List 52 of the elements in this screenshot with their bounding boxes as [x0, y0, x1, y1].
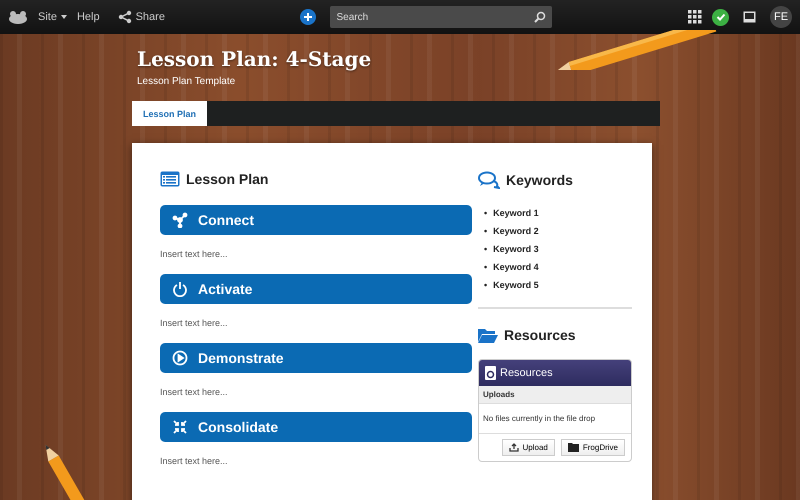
stage-title: Demonstrate	[198, 350, 284, 366]
add-button[interactable]	[300, 9, 316, 25]
bullet: •	[484, 225, 488, 237]
keyword-item: Keyword 3	[493, 243, 539, 255]
upload-icon	[508, 443, 519, 452]
keyword-item: Keyword 1	[493, 207, 539, 219]
empty-message: No files currently in the file drop	[479, 404, 631, 434]
help-link[interactable]: Help	[76, 11, 100, 23]
folder-icon	[478, 327, 498, 343]
share-button[interactable]: Share	[118, 10, 165, 24]
stage-text: Insert text here...	[160, 387, 228, 397]
file-drop-icon	[485, 366, 496, 380]
stage-text: Insert text here...	[160, 318, 228, 328]
stage-title: Activate	[198, 281, 252, 297]
upload-button[interactable]: Upload	[502, 439, 555, 456]
bullet: •	[484, 279, 488, 291]
network-icon	[172, 212, 188, 228]
stage-title: Connect	[198, 212, 254, 228]
search-field[interactable]: Search	[330, 6, 552, 28]
page-subtitle: Lesson Plan Template	[137, 76, 236, 87]
section-heading: Keywords	[506, 172, 573, 188]
list-icon	[160, 171, 180, 187]
folder-icon	[568, 443, 579, 452]
compress-icon	[172, 419, 188, 435]
tray-icon[interactable]	[743, 11, 756, 23]
uploads-label: Uploads	[479, 386, 631, 404]
caret-icon	[60, 15, 67, 19]
bullet: •	[484, 243, 488, 255]
bullet: •	[484, 261, 488, 273]
widget-title: Resources	[500, 367, 553, 379]
keyword-item: Keyword 4	[493, 261, 539, 273]
keyword-item: Keyword 2	[493, 225, 539, 237]
share-icon	[118, 10, 132, 24]
frog-logo-icon[interactable]	[8, 10, 28, 24]
page-title: Lesson Plan: 4-Stage	[137, 47, 372, 71]
stage-text: Insert text here...	[160, 456, 228, 466]
site-menu[interactable]: Site	[38, 11, 67, 23]
bullet: •	[484, 207, 488, 219]
play-icon	[172, 350, 188, 366]
power-icon	[172, 281, 188, 297]
stage-text: Insert text here...	[160, 249, 228, 259]
frogdrive-button[interactable]: FrogDrive	[560, 439, 625, 456]
apps-grid-icon[interactable]	[688, 10, 702, 24]
tab[interactable]: Lesson Plan	[132, 101, 208, 126]
stage-title: Consolidate	[198, 419, 278, 435]
plus-icon	[303, 12, 314, 22]
user-avatar[interactable]: FE	[770, 6, 792, 28]
section-heading: Lesson Plan	[186, 171, 268, 187]
keyword-item: Keyword 5	[493, 279, 539, 291]
section-heading: Resources	[504, 327, 576, 343]
chat-bubbles-icon	[478, 171, 500, 189]
search-icon[interactable]	[534, 11, 546, 23]
